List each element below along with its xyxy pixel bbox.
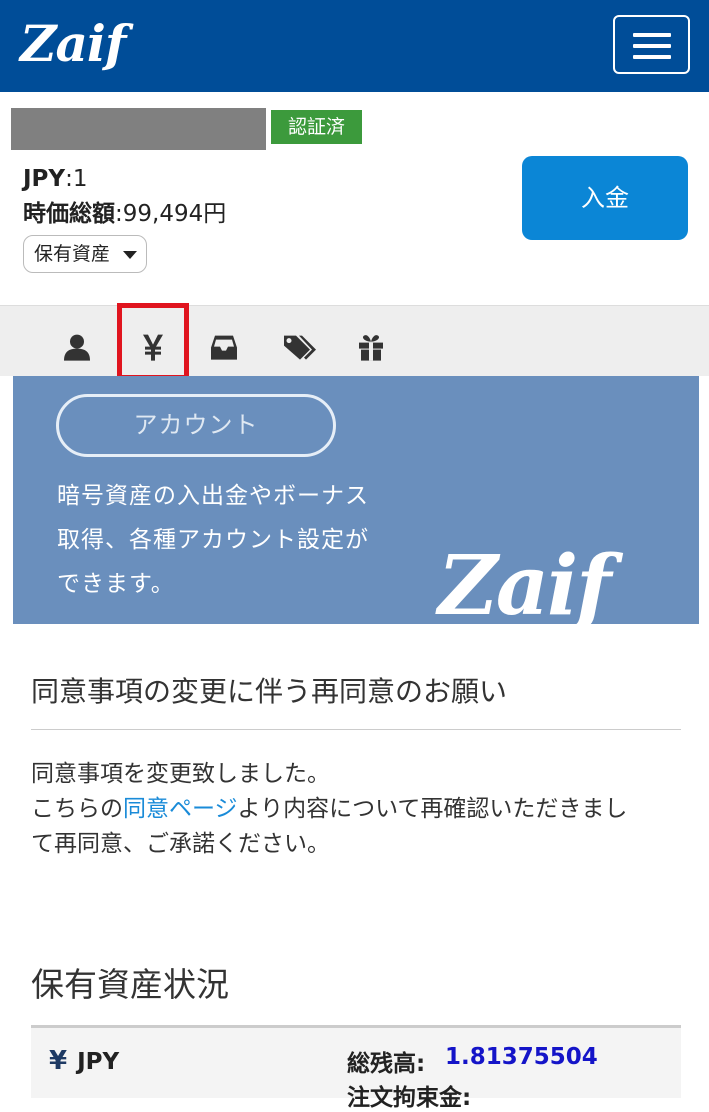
- account-banner: アカウント 暗号資産の入出金やボーナス 取得、各種アカウント設定が できます。 …: [13, 376, 699, 624]
- total-label: 時価総額: [23, 201, 115, 227]
- app-header: Zaif: [0, 0, 709, 92]
- assets-dropdown-label: 保有資産: [34, 243, 111, 265]
- zaif-logo[interactable]: Zaif: [20, 14, 126, 74]
- assets-title: 保有資産状況: [31, 965, 229, 1004]
- deposit-button[interactable]: 入金: [522, 156, 688, 240]
- caret-down-icon: [123, 251, 137, 259]
- gift-icon: [359, 334, 383, 361]
- inbox-icon: [211, 335, 237, 360]
- banner-description: 暗号資産の入出金やボーナス 取得、各種アカウント設定が できます。: [57, 474, 397, 606]
- total-balance-value: 1.81375504: [445, 1044, 598, 1070]
- consent-page-link[interactable]: 同意ページ: [123, 796, 238, 822]
- banner-line: 取得、各種アカウント設定が: [57, 527, 369, 553]
- user-icon: [64, 334, 90, 361]
- total-balance-label: 総残高:: [347, 1051, 426, 1077]
- banner-line: できます。: [57, 571, 175, 597]
- asset-row[interactable]: ¥ JPY 総残高: 1.81375504 注文拘束金:: [31, 1028, 681, 1111]
- tab-inbox[interactable]: [188, 306, 260, 377]
- hamburger-icon: [633, 44, 671, 48]
- yen-icon: ¥: [49, 1046, 68, 1076]
- jpy-label: JPY: [23, 166, 66, 192]
- total-value: :99,494円: [115, 201, 227, 227]
- notice-line: て再同意、ご承諾ください。: [31, 831, 330, 857]
- tab-highlight-box: [117, 303, 189, 380]
- account-button[interactable]: アカウント: [56, 394, 336, 457]
- banner-logo: Zaif: [438, 538, 611, 624]
- tab-gift[interactable]: [335, 306, 407, 377]
- notice-line: 同意事項を変更致しました。: [31, 761, 330, 787]
- tab-bar: [0, 305, 709, 376]
- notice-body: 同意事項を変更致しました。 こちらの同意ページより内容について再確認いただきまし…: [31, 757, 681, 862]
- assets-dropdown[interactable]: 保有資産: [23, 235, 147, 273]
- tags-icon: [284, 335, 316, 360]
- menu-button[interactable]: [613, 15, 690, 74]
- notice-line: こちらの同意ページより内容について再確認いただきまし: [31, 792, 681, 827]
- account-summary: 認証済 JPY:1 時価総額:99,494円 保有資産 入金: [0, 92, 709, 305]
- divider: [31, 729, 681, 730]
- jpy-value: :1: [65, 166, 88, 192]
- hamburger-icon: [633, 33, 671, 37]
- asset-currency: ¥ JPY: [49, 1046, 119, 1076]
- tab-user[interactable]: [41, 306, 113, 377]
- currency-code: JPY: [77, 1049, 120, 1075]
- hamburger-icon: [633, 55, 671, 59]
- jpy-balance: JPY:1: [23, 164, 87, 194]
- notice-text: こちらの: [31, 796, 123, 822]
- masked-username: [11, 108, 266, 150]
- notice-title: 同意事項の変更に伴う再同意のお願い: [31, 675, 508, 708]
- banner-line: 暗号資産の入出金やボーナス: [57, 483, 369, 509]
- notice-text: より内容について再確認いただきまし: [237, 796, 628, 822]
- total-market-value: 時価総額:99,494円: [23, 199, 226, 229]
- order-locked-label: 注文拘束金:: [347, 1085, 472, 1111]
- verified-badge: 認証済: [271, 110, 362, 144]
- tab-tags[interactable]: [264, 306, 336, 377]
